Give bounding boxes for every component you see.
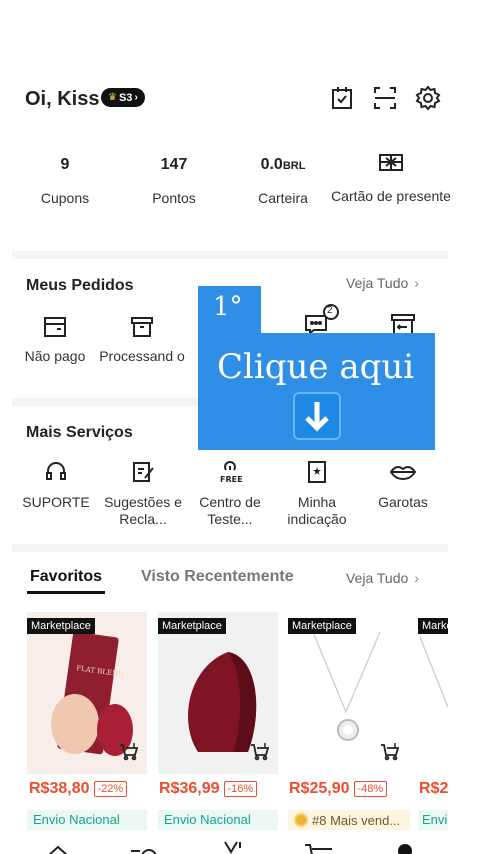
review-count-badge: 2 (327, 305, 333, 316)
order-processing-label: Processand o (99, 348, 185, 364)
product-price-row: R$2 (419, 780, 448, 798)
tab-recently-viewed[interactable]: Visto Recentemente (141, 568, 294, 586)
lips-icon (389, 466, 417, 481)
bestseller-rank-label: #8 Mais vend... (288, 810, 410, 830)
greeting-text: Oi, Kiss (25, 88, 100, 110)
orders-see-all-link[interactable]: Veja Tudo › (346, 275, 419, 291)
product-price-row: R$25,90 -48% (289, 780, 388, 798)
service-test-center-label: Centro de Teste... (199, 494, 261, 527)
order-unpaid-label: Não pago (24, 348, 86, 364)
service-suggestions[interactable]: Sugestões e Recla... (98, 460, 188, 528)
gift-card-label: Cartão de presente (331, 188, 451, 204)
product-card[interactable]: FLAT BLEND Marketplace (27, 612, 147, 774)
product-price: R$38,80 (29, 780, 90, 797)
section-divider (12, 251, 448, 259)
service-referral[interactable]: Minha indicação (272, 460, 362, 528)
bottom-navigation (0, 836, 480, 854)
product-price: R$25,90 (289, 780, 350, 797)
add-to-cart-icon[interactable] (380, 743, 400, 766)
product-card[interactable]: Marketplace (288, 612, 408, 774)
crown-icon: ♛ (108, 92, 117, 103)
shipping-label: Envi (418, 810, 448, 830)
gift-card-icon (331, 150, 451, 174)
discount-badge: -16% (223, 781, 258, 797)
service-support[interactable]: SUPORTE (11, 460, 101, 511)
chevron-right-icon: › (134, 92, 138, 103)
marketplace-tag: Marketplace (288, 618, 356, 634)
product-price: R$2 (419, 780, 448, 797)
discount-badge: -22% (93, 781, 128, 797)
tutorial-step-number: 1° (213, 292, 243, 322)
section-divider (12, 544, 448, 552)
service-support-label: SUPORTE (22, 494, 90, 510)
tutorial-click-here-text: Clique aqui (217, 347, 415, 387)
chevron-right-icon: › (414, 275, 419, 291)
orders-title: Meus Pedidos (26, 277, 134, 294)
referral-icon (308, 461, 326, 483)
category-icon[interactable] (130, 844, 158, 854)
product-price-row: R$36,99 -16% (159, 780, 258, 798)
cart-icon[interactable] (304, 842, 334, 854)
profile-header: Oi, Kiss ♛ S3 › (0, 80, 480, 120)
service-girls[interactable]: Garotas (358, 460, 448, 511)
home-icon[interactable] (45, 844, 71, 854)
chevron-right-icon: › (414, 570, 419, 586)
points-stat[interactable]: 147 Pontos (114, 150, 234, 207)
service-referral-label: Minha indicação (287, 494, 347, 527)
service-girls-label: Garotas (378, 494, 428, 510)
add-to-cart-icon[interactable] (250, 743, 270, 766)
coupons-stat[interactable]: 9 Cupons (5, 150, 125, 207)
marketplace-tag: Marketplace (158, 618, 226, 634)
product-price: R$36,99 (159, 780, 220, 797)
section-divider (12, 398, 198, 406)
order-unpaid[interactable]: Não pago (10, 316, 100, 365)
services-title: Mais Serviços (26, 424, 133, 441)
order-processing[interactable]: Processand o (97, 316, 187, 365)
membership-badge[interactable]: ♛ S3 › (101, 88, 145, 107)
points-label: Pontos (152, 190, 196, 206)
medal-icon (294, 813, 308, 827)
product-card[interactable]: Marke (418, 612, 448, 774)
svg-text:FREE: FREE (220, 475, 243, 484)
membership-level: S3 (118, 91, 133, 104)
shipping-label: Envio Nacional (158, 810, 278, 830)
check-in-calendar-icon[interactable] (328, 84, 356, 112)
marketplace-tag: Marke (418, 618, 448, 634)
product-price-row: R$38,80 -22% (29, 780, 128, 798)
wallet-icon (44, 317, 66, 337)
wallet-balance: 0.0BRL (260, 156, 306, 173)
scan-icon[interactable] (371, 84, 399, 112)
profile-icon[interactable] (398, 844, 412, 854)
gift-card-stat[interactable]: Cartão de presente (331, 150, 451, 205)
shipping-label: Envio Nacional (27, 810, 147, 830)
headset-icon (46, 462, 66, 480)
arrow-down-icon (293, 392, 341, 440)
points-count: 147 (160, 156, 188, 173)
wallet-stat[interactable]: 0.0BRL Carteira (223, 150, 343, 207)
box-icon (131, 317, 153, 337)
product-card[interactable]: Marketplace (158, 612, 278, 774)
coupons-count: 9 (60, 156, 70, 173)
free-trial-icon: FREE (220, 461, 243, 484)
marketplace-tag: Marketplace (27, 618, 95, 634)
service-suggestions-label: Sugestões e Recla... (104, 494, 182, 527)
settings-gear-icon[interactable] (414, 84, 442, 112)
coupons-label: Cupons (40, 190, 90, 206)
service-test-center[interactable]: FREE Centro de Teste... (185, 458, 275, 528)
edit-note-icon (133, 462, 154, 482)
order-review-icon[interactable]: 2 (304, 304, 340, 335)
discount-badge: -48% (353, 781, 388, 797)
wallet-stats: 9 Cupons 147 Pontos 0.0BRL Carteira Cart… (0, 150, 480, 230)
add-to-cart-icon[interactable] (119, 743, 139, 766)
favorites-see-all-link[interactable]: Veja Tudo › (346, 570, 419, 586)
tab-favorites[interactable]: Favoritos (26, 568, 106, 594)
wallet-label: Carteira (258, 190, 308, 206)
product-image (419, 636, 448, 708)
trends-icon[interactable] (222, 840, 246, 854)
